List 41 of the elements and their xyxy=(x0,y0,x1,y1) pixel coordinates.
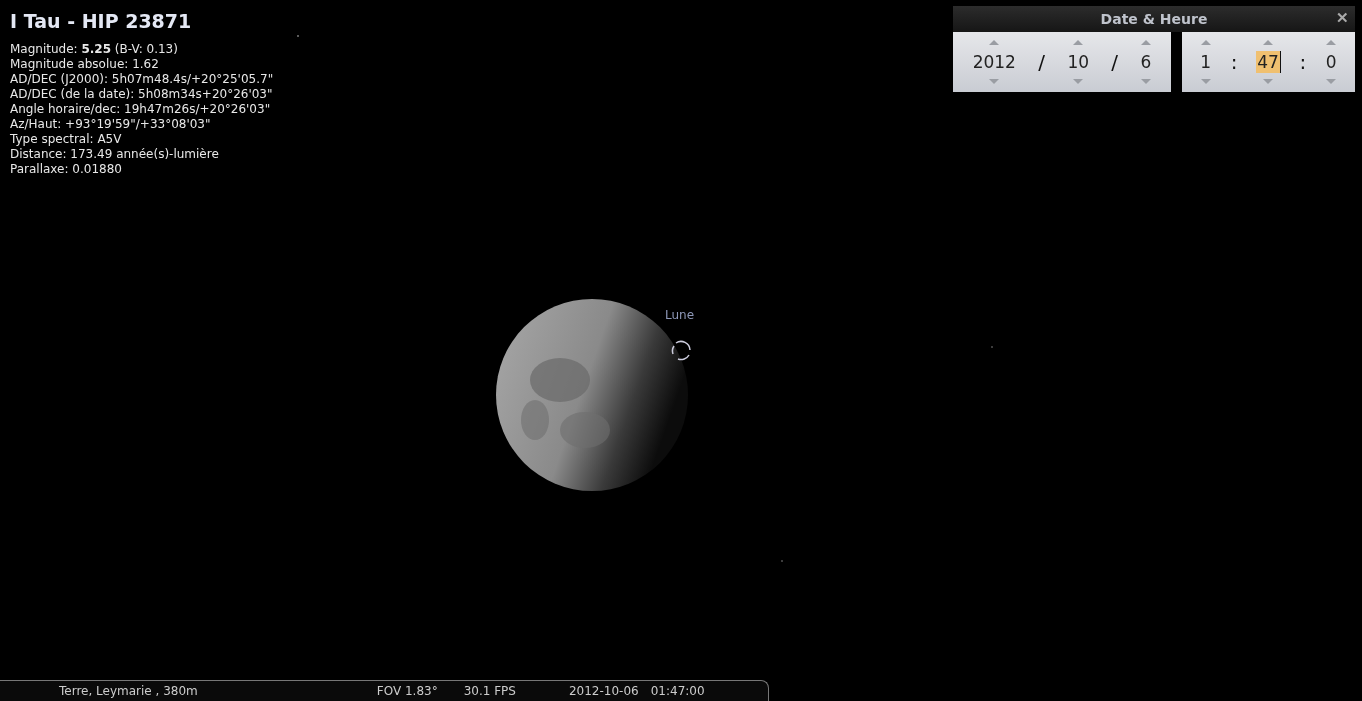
separator-text: / xyxy=(1111,50,1119,74)
up-arrow-icon[interactable] xyxy=(1140,40,1151,45)
up-arrow-icon[interactable] xyxy=(1200,40,1211,45)
down-arrow-icon[interactable] xyxy=(1073,79,1084,84)
info-line: Distance: 173.49 année(s)-lumière xyxy=(10,147,220,162)
spinner-value[interactable]: 0 xyxy=(1324,51,1338,73)
info-line: Type spectral: A5V xyxy=(10,132,123,147)
separator-text: : xyxy=(1299,50,1307,74)
separator-text: / xyxy=(1038,50,1046,74)
spinner-value[interactable]: 2012 xyxy=(971,51,1017,73)
separator-text: : xyxy=(1230,50,1238,74)
close-button[interactable]: ✕ xyxy=(1336,9,1349,27)
fps-text: 30.1 FPS xyxy=(463,684,516,698)
fov-text: FOV 1.83° xyxy=(376,684,438,698)
info-line: Magnitude absolue: 1.62 xyxy=(10,57,160,72)
down-arrow-icon[interactable] xyxy=(1200,79,1211,84)
spinner-value[interactable]: 47 xyxy=(1256,51,1281,73)
target-reticle-icon xyxy=(671,340,691,361)
window-title: Date & Heure xyxy=(1100,11,1208,27)
down-arrow-icon[interactable] xyxy=(989,79,1000,84)
up-arrow-icon[interactable] xyxy=(989,40,1000,45)
down-arrow-icon[interactable] xyxy=(1326,79,1337,84)
time-text: 01:47:00 xyxy=(650,684,705,698)
spinner-value[interactable]: 10 xyxy=(1066,51,1090,73)
up-arrow-icon[interactable] xyxy=(1263,40,1274,45)
info-line: AD/DEC (J2000): 5h07m48.4s/+20°25'05.7" xyxy=(10,72,274,87)
info-line: Angle horaire/dec: 19h47m26s/+20°26'03" xyxy=(10,102,272,117)
location-text: Terre, Leymarie , 380m xyxy=(59,684,198,698)
up-arrow-icon[interactable] xyxy=(1073,40,1084,45)
moon-label: Lune xyxy=(665,308,695,322)
up-arrow-icon[interactable] xyxy=(1326,40,1337,45)
date-text: 2012-10-06 xyxy=(568,684,639,698)
down-arrow-icon[interactable] xyxy=(1140,79,1151,84)
info-line: Az/Haut: +93°19'59"/+33°08'03" xyxy=(10,117,212,132)
spinner-value[interactable]: 6 xyxy=(1139,51,1153,73)
info-line: Magnitude: 5.25 (B-V: 0.13) xyxy=(10,42,179,57)
object-title: I Tau - HIP 23871 xyxy=(10,10,193,32)
info-line: Parallaxe: 0.01880 xyxy=(10,162,123,177)
info-line: AD/DEC (de la date): 5h08m34s+20°26'03" xyxy=(10,87,274,102)
down-arrow-icon[interactable] xyxy=(1263,79,1274,84)
spinner-value[interactable]: 1 xyxy=(1199,51,1213,73)
